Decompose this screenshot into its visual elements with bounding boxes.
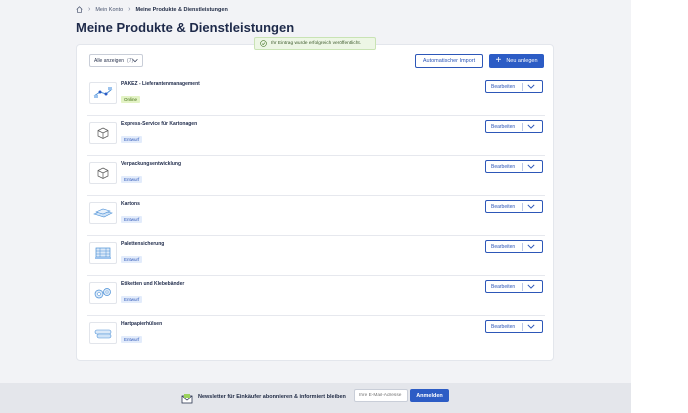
new-entry-label: Neu anlegen — [506, 58, 538, 64]
newsletter-icon — [181, 391, 193, 409]
filter-label: Alle anzeigen — [94, 57, 125, 64]
product-row: PAKEZ - Lieferantenmanagement Online Bea… — [87, 76, 545, 116]
product-name[interactable]: PAKEZ - Lieferantenmanagement — [121, 81, 200, 87]
home-icon[interactable] — [76, 6, 83, 13]
success-toast: Ihr Eintrag wurde erfolgreich veröffentl… — [254, 37, 376, 50]
right-margin — [631, 0, 688, 413]
product-row: Etiketten und Klebebänder Entwurf Bearbe… — [87, 276, 545, 316]
edit-dropdown-button[interactable]: Bearbeiten — [485, 120, 543, 133]
status-badge: Entwurf — [121, 336, 143, 343]
chevron-down-icon[interactable] — [527, 164, 535, 171]
divider — [522, 323, 523, 331]
breadcrumb-item-account[interactable]: Mein Konto — [95, 7, 123, 13]
toast-message: Ihr Eintrag wurde erfolgreich veröffentl… — [271, 41, 362, 46]
supply-chain-icon — [89, 82, 117, 104]
chevron-down-icon[interactable] — [527, 284, 535, 291]
edit-dropdown-button[interactable]: Bearbeiten — [485, 160, 543, 173]
edit-label: Bearbeiten — [491, 123, 516, 130]
cartons-icon — [89, 202, 117, 224]
box-icon — [89, 122, 117, 144]
divider — [522, 163, 523, 171]
product-name[interactable]: Express-Service für Kartonagen — [121, 121, 197, 127]
plus-icon: + — [495, 55, 502, 66]
chevron-down-icon[interactable] — [527, 124, 535, 131]
tape-icon — [89, 282, 117, 304]
status-badge: Entwurf — [121, 256, 143, 263]
divider — [522, 83, 523, 91]
divider — [522, 243, 523, 251]
status-badge: Entwurf — [121, 136, 143, 143]
product-name[interactable]: Kartons — [121, 201, 140, 207]
chevron-down-icon[interactable] — [527, 324, 535, 331]
check-circle-icon — [260, 40, 267, 47]
product-row: Express-Service für Kartonagen Entwurf B… — [87, 116, 545, 156]
box-icon — [89, 162, 117, 184]
edit-dropdown-button[interactable]: Bearbeiten — [485, 320, 543, 333]
newsletter-bar: Newsletter für Einkäufer abonnieren & in… — [0, 383, 631, 413]
product-name[interactable]: Etiketten und Klebebänder — [121, 281, 184, 287]
status-badge: Online — [121, 96, 141, 103]
divider — [522, 123, 523, 131]
product-list: PAKEZ - Lieferantenmanagement Online Bea… — [87, 76, 545, 355]
chevron-down-icon — [132, 58, 138, 65]
filter-select[interactable]: Alle anzeigen (7) — [89, 54, 143, 67]
edit-label: Bearbeiten — [491, 243, 516, 250]
breadcrumb: › Mein Konto › Meine Produkte & Dienstle… — [76, 6, 228, 13]
product-row: Kartons Entwurf Bearbeiten — [87, 196, 545, 236]
chevron-down-icon[interactable] — [527, 204, 535, 211]
edit-label: Bearbeiten — [491, 203, 516, 210]
page-title: Meine Produkte & Dienstleistungen — [76, 20, 295, 35]
products-card: Alle anzeigen (7) Automatischer Import +… — [76, 44, 554, 361]
product-row: Palettensicherung Entwurf Bearbeiten — [87, 236, 545, 276]
edit-label: Bearbeiten — [491, 283, 516, 290]
status-badge: Entwurf — [121, 296, 143, 303]
breadcrumb-item-current: Meine Produkte & Dienstleistungen — [135, 6, 228, 13]
edit-label: Bearbeiten — [491, 163, 516, 170]
edit-dropdown-button[interactable]: Bearbeiten — [485, 200, 543, 213]
chevron-down-icon[interactable] — [527, 84, 535, 91]
product-name[interactable]: Hartpapierhülsen — [121, 321, 162, 327]
chevron-down-icon[interactable] — [527, 244, 535, 251]
new-entry-button[interactable]: + Neu anlegen — [489, 54, 544, 68]
product-row: Verpackungsentwicklung Entwurf Bearbeite… — [87, 156, 545, 196]
product-name[interactable]: Verpackungsentwicklung — [121, 161, 181, 167]
edit-dropdown-button[interactable]: Bearbeiten — [485, 240, 543, 253]
edit-label: Bearbeiten — [491, 83, 516, 90]
edit-dropdown-button[interactable]: Bearbeiten — [485, 80, 543, 93]
chevron-right-icon: › — [128, 6, 131, 13]
status-badge: Entwurf — [121, 216, 143, 223]
divider — [522, 203, 523, 211]
product-name[interactable]: Palettensicherung — [121, 241, 164, 247]
product-row: Hartpapierhülsen Entwurf Bearbeiten — [87, 316, 545, 355]
newsletter-subscribe-button[interactable]: Anmelden — [410, 389, 449, 402]
divider — [522, 283, 523, 291]
pallet-icon — [89, 242, 117, 264]
newsletter-email-input[interactable] — [354, 389, 408, 402]
edit-label: Bearbeiten — [491, 323, 516, 330]
status-badge: Entwurf — [121, 176, 143, 183]
edit-dropdown-button[interactable]: Bearbeiten — [485, 280, 543, 293]
automatic-import-button[interactable]: Automatischer Import — [415, 54, 483, 68]
tubes-icon — [89, 322, 117, 344]
newsletter-text: Newsletter für Einkäufer abonnieren & in… — [198, 394, 346, 400]
chevron-right-icon: › — [88, 6, 91, 13]
